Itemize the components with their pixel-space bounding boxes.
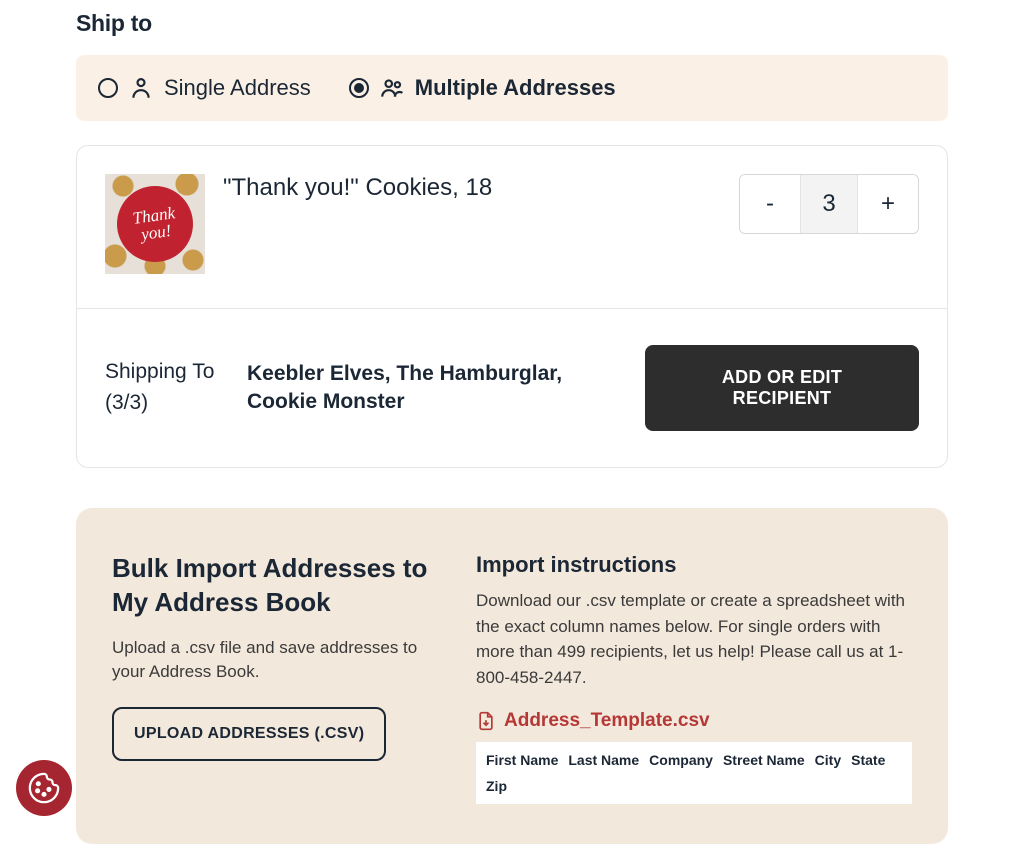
bulk-import-panel: Bulk Import Addresses to My Address Book… [76,508,948,844]
download-file-icon [476,711,496,731]
template-file-name: Address_Template.csv [504,710,710,732]
radio-label: Single Address [164,75,311,101]
product-card: Thank you! "Thank you!" Cookies, 18 - 3 … [76,145,948,468]
template-columns: First Name Last Name Company Street Name Cit… [476,742,912,804]
radio-icon [98,78,118,98]
bulk-import-title: Bulk Import Addresses to My Address Book [112,552,452,620]
product-title: "Thank you!" Cookies, 18 [223,174,492,202]
cookie-consent-button[interactable] [16,760,72,816]
import-instructions-title: Import instructions [476,552,912,578]
shipping-to-count: (3/3) [105,391,235,416]
template-column: City [815,752,841,768]
cookie-icon [27,771,61,805]
people-icon [379,75,405,101]
template-column: State [851,752,885,768]
radio-single-address[interactable]: Single Address [98,75,311,101]
template-column: Company [649,752,713,768]
template-download-link[interactable]: Address_Template.csv [476,710,912,732]
shipping-to-label: Shipping To [105,360,235,385]
quantity-decrease-button[interactable]: - [740,175,800,233]
upload-addresses-button[interactable]: UPLOAD ADDRESSES (.CSV) [112,707,386,761]
quantity-stepper: - 3 + [739,174,919,234]
product-row: Thank you! "Thank you!" Cookies, 18 - 3 … [77,146,947,308]
template-column: Street Name [723,752,805,768]
radio-icon [349,78,369,98]
radio-multiple-addresses[interactable]: Multiple Addresses [349,75,616,101]
shipping-row: Shipping To (3/3) Keebler Elves, The Ham… [77,308,947,467]
template-column: Last Name [568,752,639,768]
address-type-selector: Single Address Multiple Addresses [76,55,948,121]
import-instructions-body: Download our .csv template or create a s… [476,588,912,690]
radio-label: Multiple Addresses [415,75,616,101]
quantity-value: 3 [800,175,858,233]
quantity-increase-button[interactable]: + [858,175,918,233]
page-title: Ship to [76,10,948,37]
recipient-names: Keebler Elves, The Hamburglar, Cookie Mo… [247,360,625,417]
template-column: First Name [486,752,558,768]
bulk-import-description: Upload a .csv file and save addresses to… [112,636,452,685]
person-icon [128,75,154,101]
add-edit-recipient-button[interactable]: ADD OR EDIT RECIPIENT [645,345,919,431]
product-thumbnail: Thank you! [105,174,205,274]
template-column: Zip [486,778,507,794]
